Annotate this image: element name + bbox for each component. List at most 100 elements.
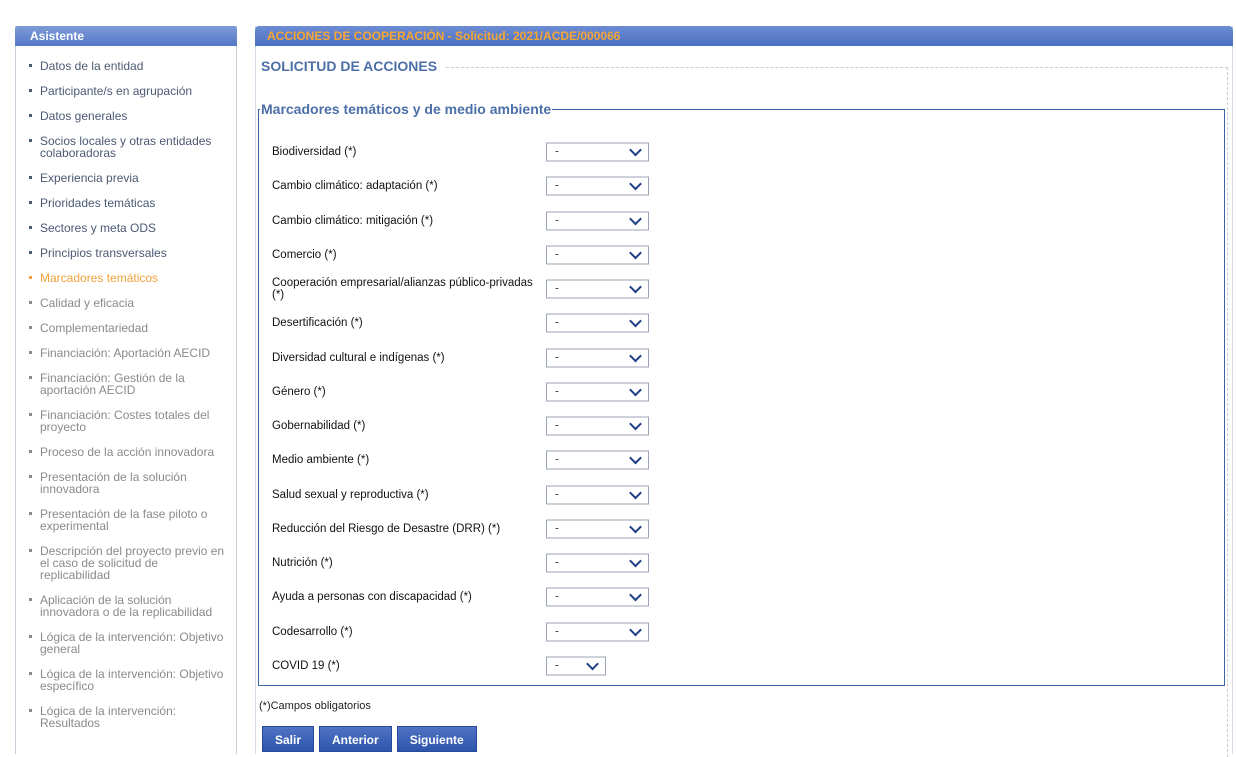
sidebar-item-label: Financiación: Costes totales del proyect… — [40, 408, 210, 434]
chevron-down-icon — [629, 212, 642, 225]
select-value: - — [555, 522, 559, 535]
marker-select[interactable]: - — [546, 313, 649, 333]
marker-label: Nutrición (*) — [272, 557, 333, 570]
chevron-down-icon — [629, 589, 642, 602]
marker-select[interactable]: - — [546, 382, 649, 402]
bullet-icon — [29, 139, 32, 142]
exit-button[interactable]: Salir — [262, 726, 315, 752]
select-value: - — [555, 248, 559, 261]
sidebar-item[interactable]: Participante/s en agrupación — [16, 85, 236, 97]
previous-button[interactable]: Anterior — [319, 726, 392, 752]
marker-label: Diversidad cultural e indígenas (*) — [272, 351, 445, 364]
bullet-icon — [29, 709, 32, 712]
sidebar-item-label: Sectores y meta ODS — [40, 221, 157, 235]
bullet-icon — [29, 351, 32, 354]
sidebar-item: Lógica de la intervención: Objetivo espe… — [16, 668, 236, 692]
bullet-icon — [29, 251, 32, 254]
select-value: - — [555, 659, 559, 672]
marker-select[interactable]: - — [546, 211, 649, 231]
sidebar-title: Asistente — [15, 26, 237, 46]
chevron-down-icon — [629, 417, 642, 431]
select-value: - — [555, 488, 559, 501]
bullet-icon — [29, 672, 32, 675]
marker-row: Cambio climático: mitigación (*) - — [259, 204, 1224, 238]
marker-label: Gobernabilidad (*) — [272, 420, 366, 433]
sidebar-item[interactable]: Experiencia previa — [16, 172, 236, 184]
marker-row: Género (*) - — [259, 375, 1224, 409]
sidebar-item[interactable]: Datos generales — [16, 110, 236, 122]
sidebar-item-label: Lógica de la intervención: Objetivo espe… — [40, 667, 224, 693]
sidebar-item: Lógica de la intervención: Resultados — [16, 705, 236, 729]
sidebar-item: Presentación de la solución innovadora — [16, 471, 236, 495]
select-value: - — [555, 419, 559, 432]
marker-select[interactable]: - — [546, 656, 606, 676]
marker-label: COVID 19 (*) — [272, 659, 340, 672]
marker-row: Comercio (*) - — [259, 238, 1224, 272]
sidebar-item[interactable]: Sectores y meta ODS — [16, 222, 236, 234]
sidebar-item-label: Lógica de la intervención: Resultados — [40, 704, 177, 730]
sidebar-item: Descripción del proyecto previo en el ca… — [16, 545, 236, 581]
wizard-sidebar: Asistente Datos de la entidad Participant… — [15, 26, 237, 754]
marker-select[interactable]: - — [546, 587, 649, 607]
marker-row: Diversidad cultural e indígenas (*) - — [259, 341, 1224, 375]
marker-select[interactable]: - — [546, 622, 649, 642]
sidebar-item-label: Presentación de la solución innovadora — [40, 470, 187, 496]
sidebar-item[interactable]: Socios locales y otras entidades colabor… — [16, 135, 236, 159]
wizard-steps-list: Datos de la entidad Participante/s en agr… — [16, 46, 236, 729]
marker-select[interactable]: - — [546, 176, 649, 196]
marker-row: Cooperación empresarial/alianzas público… — [259, 272, 1224, 306]
bullet-icon — [29, 301, 32, 304]
chevron-down-icon — [629, 452, 642, 465]
marker-select[interactable]: - — [546, 450, 649, 470]
marker-label: Género (*) — [272, 385, 326, 398]
bullet-icon — [29, 201, 32, 204]
section-divider-vertical — [1227, 67, 1228, 757]
sidebar-item[interactable]: Principios transversales — [16, 247, 236, 259]
select-value: - — [555, 625, 559, 638]
marker-label: Biodiversidad (*) — [272, 146, 357, 159]
marker-row: Gobernabilidad (*) - — [259, 409, 1224, 443]
select-value: - — [555, 179, 559, 192]
chevron-down-icon — [629, 280, 642, 294]
required-fields-note: (*)Campos obligatorios — [259, 700, 371, 712]
sidebar-item: Presentación de la fase piloto o experim… — [16, 508, 236, 532]
sidebar-item-label: Lógica de la intervención: Objetivo gene… — [40, 630, 224, 656]
section-title: SOLICITUD DE ACCIONES — [261, 58, 440, 74]
section-divider — [446, 67, 1228, 68]
thematic-markers-fieldset: Marcadores temáticos y de medio ambiente… — [258, 101, 1225, 686]
chevron-down-icon — [629, 143, 642, 157]
marker-label: Reducción del Riesgo de Desastre (DRR) (… — [272, 522, 501, 535]
marker-label: Salud sexual y reproductiva (*) — [272, 488, 429, 501]
marker-select[interactable]: - — [546, 485, 649, 505]
marker-row: Ayuda a personas con discapacidad (*) - — [259, 580, 1224, 614]
chevron-down-icon — [629, 520, 642, 534]
next-button[interactable]: Siguiente — [396, 726, 477, 752]
marker-select[interactable]: - — [546, 519, 649, 539]
marker-label: Comercio (*) — [272, 248, 337, 261]
sidebar-item[interactable]: Marcadores temáticos — [16, 272, 236, 284]
marker-row: Salud sexual y reproductiva (*) - — [259, 478, 1224, 512]
bullet-icon — [29, 176, 32, 179]
page-header: ACCIONES DE COOPERACIÓN - Solicitud: 202… — [255, 26, 1233, 46]
marker-select[interactable]: - — [546, 279, 649, 299]
marker-select[interactable]: - — [546, 553, 649, 573]
chevron-down-icon — [629, 623, 642, 636]
marker-row: Reducción del Riesgo de Desastre (DRR) (… — [259, 512, 1224, 546]
sidebar-item[interactable]: Prioridades temáticas — [16, 197, 236, 209]
marker-select[interactable]: - — [546, 142, 649, 162]
chevron-down-icon — [629, 246, 642, 260]
sidebar-item[interactable]: Datos de la entidad — [16, 60, 236, 72]
sidebar-item: Financiación: Costes totales del proyect… — [16, 409, 236, 433]
sidebar-item: Financiación: Aportación AECID — [16, 347, 236, 359]
bullet-icon — [29, 376, 32, 379]
select-value: - — [555, 385, 559, 398]
sidebar-item-label: Financiación: Gestión de la aportación A… — [40, 371, 185, 397]
sidebar-item-label: Proceso de la acción innovadora — [40, 445, 215, 459]
sidebar-item-label: Datos generales — [40, 109, 128, 123]
marker-select[interactable]: - — [546, 245, 649, 265]
marker-row: COVID 19 (*) - — [259, 649, 1224, 683]
marker-select[interactable]: - — [546, 348, 649, 368]
sidebar-item: Aplicación de la solución innovadora o d… — [16, 594, 236, 618]
marker-label: Medio ambiente (*) — [272, 454, 370, 467]
marker-select[interactable]: - — [546, 416, 649, 436]
